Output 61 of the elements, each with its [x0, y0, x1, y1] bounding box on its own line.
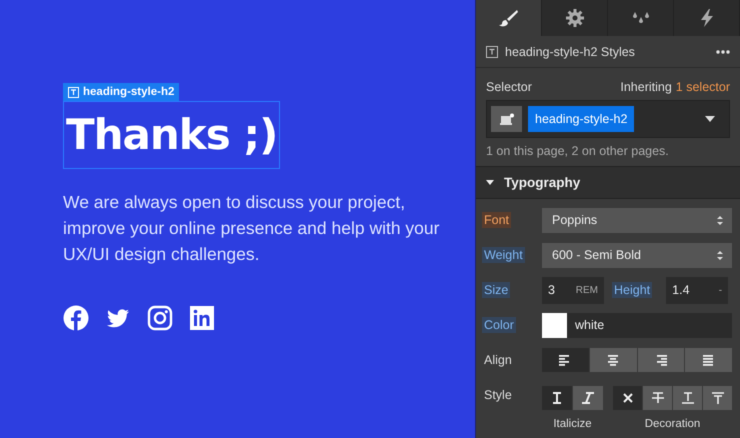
- unit-label: -: [718, 284, 722, 296]
- text-element-icon: [486, 46, 498, 58]
- align-left-icon: [559, 354, 572, 366]
- underline-icon: [682, 392, 694, 404]
- text-element-icon: [68, 86, 79, 98]
- caret-icon[interactable]: [705, 116, 715, 122]
- usage-note: 1 on this page, 2 on other pages.: [486, 144, 670, 158]
- strikethrough-icon: [652, 392, 664, 404]
- camera-icon[interactable]: [147, 305, 173, 331]
- selector-icon-button[interactable]: [491, 106, 522, 132]
- size-field[interactable]: 3 REM: [542, 276, 604, 304]
- align-justify-icon: [702, 354, 715, 366]
- font-select[interactable]: Poppins: [542, 208, 732, 232]
- selector-field[interactable]: heading-style-h2: [486, 100, 730, 138]
- heading: Thanks ;): [63, 101, 280, 169]
- align-center-button[interactable]: [590, 348, 636, 372]
- italic-icon: [582, 392, 594, 404]
- facebook-icon[interactable]: [63, 305, 89, 331]
- property-label: Align: [484, 353, 512, 367]
- overline-icon: [712, 392, 724, 404]
- decoration-strike-button[interactable]: [643, 386, 672, 410]
- paragraph: We are always open to discuss your project, improve your online presence and help with your UX/UI design challenges.: [63, 191, 440, 266]
- caption: Decoration: [644, 418, 700, 430]
- tab[interactable]: [476, 0, 542, 36]
- height-field[interactable]: 1.4 -: [666, 276, 728, 304]
- panel-title: heading-style-h2 Styles: [505, 44, 635, 58]
- align-justify-button[interactable]: [685, 348, 732, 372]
- color-field[interactable]: white: [542, 312, 732, 338]
- updown-icon: [716, 214, 724, 226]
- element-icon: [500, 113, 514, 125]
- decoration-none-button[interactable]: [613, 386, 642, 410]
- inheriting-label: Inheriting: [620, 80, 672, 94]
- caption: Italicize: [553, 418, 592, 430]
- property-label: Color: [482, 317, 516, 333]
- inheriting-link[interactable]: 1 selector: [676, 80, 730, 94]
- updown-icon: [716, 250, 724, 260]
- property-label: Font: [482, 212, 512, 228]
- linkedin-icon[interactable]: [189, 305, 215, 331]
- selector-chip[interactable]: heading-style-h2: [528, 106, 634, 132]
- unit-label: REM: [576, 284, 598, 296]
- non-italic-button[interactable]: [542, 386, 572, 410]
- property-label: Size: [482, 282, 510, 298]
- brush-icon: [498, 7, 520, 29]
- weight-select[interactable]: 600 - Semi Bold: [542, 242, 732, 268]
- more-icon[interactable]: [716, 50, 730, 54]
- align-center-icon: [607, 354, 620, 366]
- align-right-button[interactable]: [638, 348, 684, 372]
- property-label: Height: [612, 282, 652, 298]
- decoration-underline-button[interactable]: [673, 386, 702, 410]
- property-label: Style: [484, 388, 512, 402]
- badge-label: heading-style-h2: [83, 86, 174, 98]
- selector-label: Selector: [486, 80, 532, 94]
- gear-icon: [564, 7, 586, 29]
- align-left-button[interactable]: [542, 348, 589, 372]
- align-right-icon: [654, 354, 667, 366]
- decoration-overline-button[interactable]: [703, 386, 732, 410]
- close-icon: [622, 392, 634, 404]
- property-label: Weight: [482, 247, 525, 263]
- section-header[interactable]: Typography: [476, 167, 740, 199]
- italic-button[interactable]: [573, 386, 603, 410]
- text-cursor-icon: [551, 392, 563, 404]
